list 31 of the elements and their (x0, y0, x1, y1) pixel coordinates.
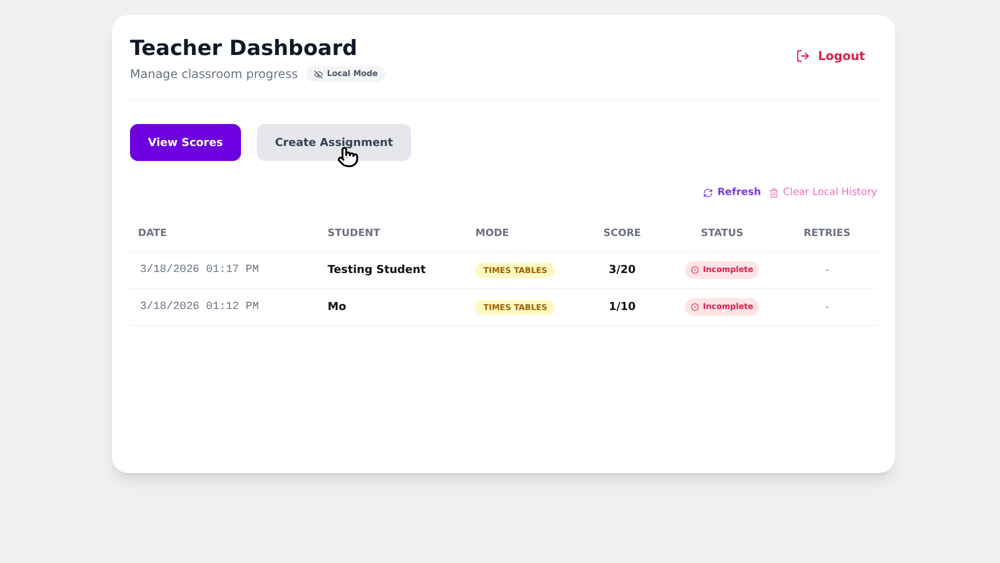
page-title: Teacher Dashboard (130, 35, 358, 62)
mode-tag: TIMES TABLES (475, 300, 556, 315)
tab[interactable]: Create Assignment (256, 124, 412, 162)
date-cell: 3/18/2026 01:12 PM (140, 301, 259, 313)
score-cell: 1/10 (608, 300, 636, 313)
trash-icon (768, 188, 779, 198)
logout-button[interactable]: Logout (796, 47, 865, 65)
status-tag: Incomplete (684, 298, 760, 316)
status-icon (690, 266, 699, 274)
retries-cell: - (825, 264, 829, 276)
column-header: SCORE (603, 228, 641, 240)
page-subtitle: Manage classroom progress (130, 66, 298, 84)
column-header: STUDENT (328, 228, 380, 240)
status-icon (690, 303, 699, 312)
status-tag: Incomplete (684, 261, 760, 280)
refresh-button[interactable]: Refresh (703, 185, 761, 200)
column-header: RETRIES (804, 228, 850, 240)
score-cell: 3/20 (608, 263, 636, 276)
student-name: Testing Student (328, 263, 426, 276)
date-cell: 3/18/2026 01:17 PM (140, 264, 259, 276)
mode-tag: TIMES TABLES (475, 262, 556, 278)
refresh-icon (703, 188, 714, 198)
column-header: DATE (138, 228, 167, 240)
eye-off-icon (314, 70, 323, 79)
retries-cell: - (825, 302, 829, 313)
column-header: STATUS (700, 228, 744, 240)
mode-badge: Local Mode (306, 66, 386, 82)
column-header: MODE (475, 228, 509, 240)
tab[interactable]: View Scores (130, 124, 241, 162)
logout-icon (796, 49, 810, 63)
student-name: Mo (328, 300, 346, 313)
